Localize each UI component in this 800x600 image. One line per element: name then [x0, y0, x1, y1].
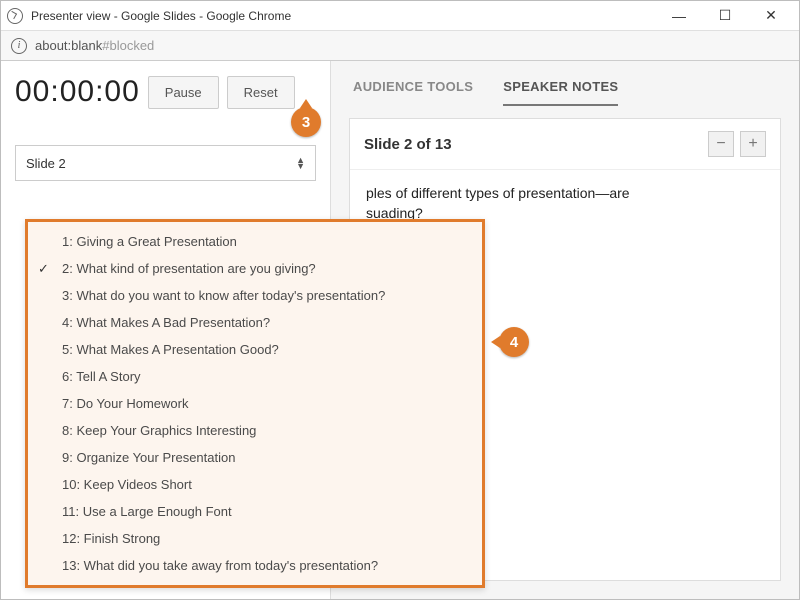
window-controls: — ☐ ✕ — [665, 5, 793, 27]
dropdown-item[interactable]: 11: Use a Large Enough Font — [28, 498, 482, 525]
window-close-button[interactable]: ✕ — [757, 5, 785, 27]
site-info-icon[interactable]: i — [11, 38, 27, 54]
url-main: about:blank — [35, 38, 102, 53]
presenter-content: 00:00:00 Pause Reset Slide 2 ▲▼ AUDIENCE… — [1, 61, 799, 599]
checkmark-icon: ✓ — [38, 261, 49, 277]
url-fragment: #blocked — [102, 38, 154, 53]
dropdown-item[interactable]: ✓2: What kind of presentation are you gi… — [28, 255, 482, 282]
dropdown-item[interactable]: 3: What do you want to know after today'… — [28, 282, 482, 309]
notes-header: Slide 2 of 13 − + — [350, 119, 780, 170]
dropdown-item[interactable]: 10: Keep Videos Short — [28, 471, 482, 498]
window-minimize-button[interactable]: — — [665, 5, 693, 27]
tab-audience-tools[interactable]: AUDIENCE TOOLS — [353, 79, 473, 106]
chrome-favicon-icon — [7, 8, 23, 24]
tab-speaker-notes[interactable]: SPEAKER NOTES — [503, 79, 618, 106]
dropdown-item[interactable]: 6: Tell A Story — [28, 363, 482, 390]
zoom-in-button[interactable]: + — [740, 131, 766, 157]
dropdown-item[interactable]: 12: Finish Strong — [28, 525, 482, 552]
notes-slide-title: Slide 2 of 13 — [364, 136, 452, 153]
dropdown-item[interactable]: 8: Keep Your Graphics Interesting — [28, 417, 482, 444]
window-titlebar: Presenter view - Google Slides - Google … — [1, 1, 799, 31]
browser-window: Presenter view - Google Slides - Google … — [0, 0, 800, 600]
dropdown-item[interactable]: 13: What did you take away from today's … — [28, 552, 482, 579]
annotation-callout-3: 3 — [291, 107, 321, 137]
dropdown-item[interactable]: 7: Do Your Homework — [28, 390, 482, 417]
slide-dropdown-trigger[interactable]: Slide 2 ▲▼ — [15, 145, 316, 181]
zoom-controls: − + — [708, 131, 766, 157]
pause-button[interactable]: Pause — [148, 76, 219, 109]
tabs-row: AUDIENCE TOOLS SPEAKER NOTES — [331, 61, 799, 106]
elapsed-timer: 00:00:00 — [15, 75, 140, 109]
window-title: Presenter view - Google Slides - Google … — [31, 9, 665, 23]
dropdown-item[interactable]: 9: Organize Your Presentation — [28, 444, 482, 471]
stepper-arrows-icon: ▲▼ — [296, 157, 305, 169]
dropdown-item[interactable]: 1: Giving a Great Presentation — [28, 228, 482, 255]
zoom-out-button[interactable]: − — [708, 131, 734, 157]
timer-row: 00:00:00 Pause Reset — [15, 75, 316, 109]
annotation-callout-4: 4 — [499, 327, 529, 357]
slide-dropdown-list[interactable]: 1: Giving a Great Presentation ✓2: What … — [25, 219, 485, 588]
dropdown-item[interactable]: 5: What Makes A Presentation Good? — [28, 336, 482, 363]
window-maximize-button[interactable]: ☐ — [711, 5, 739, 27]
slide-dropdown-label: Slide 2 — [26, 156, 66, 171]
address-bar[interactable]: i about:blank#blocked — [1, 31, 799, 61]
reset-button[interactable]: Reset — [227, 76, 295, 109]
dropdown-item[interactable]: 4: What Makes A Bad Presentation? — [28, 309, 482, 336]
